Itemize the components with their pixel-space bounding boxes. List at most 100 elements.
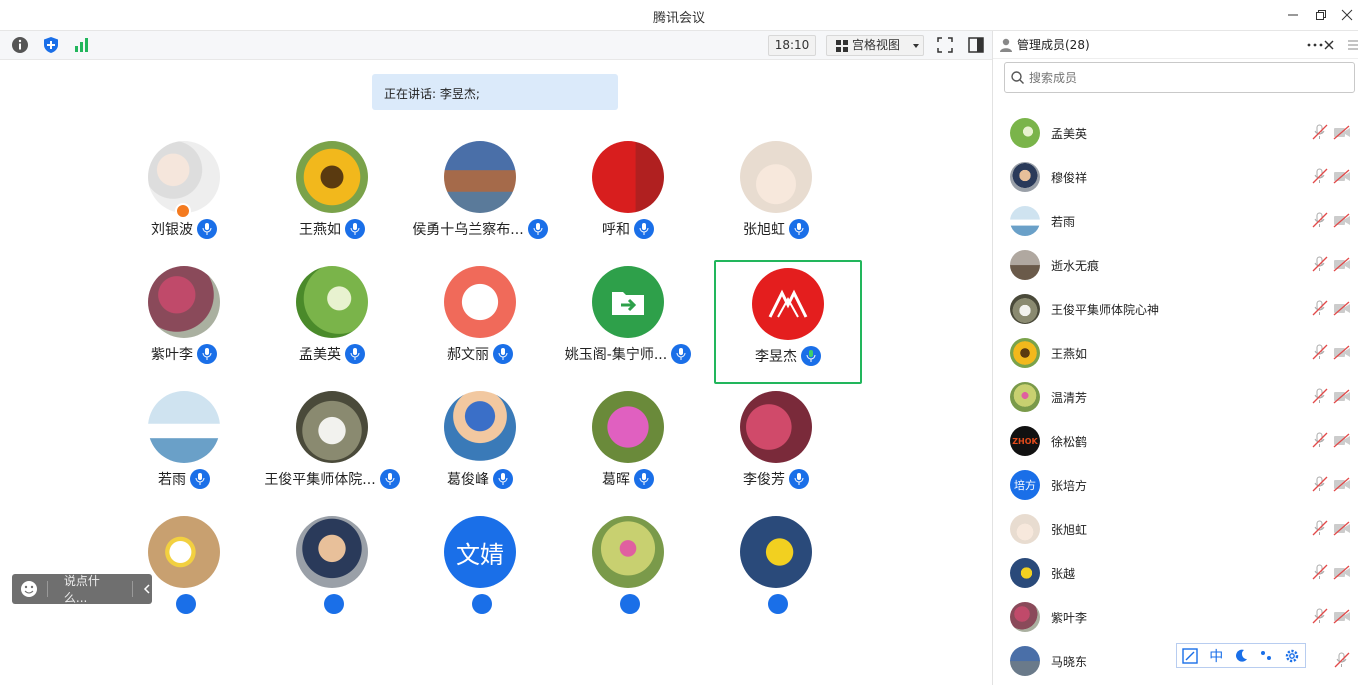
member-row[interactable]: 温清芳 [993, 375, 1358, 419]
avatar [1010, 382, 1040, 412]
search-input[interactable] [1029, 70, 1329, 85]
mic-muted-icon [1312, 564, 1328, 580]
mic-speaking-icon [801, 346, 821, 366]
member-name: 王俊平集师体院心神 [1051, 302, 1160, 317]
member-row[interactable]: 王俊平集师体院心神 [993, 287, 1358, 331]
close-icon [1341, 9, 1353, 21]
participant-tile[interactable]: 葛晖 [554, 373, 702, 497]
participant-tile[interactable]: 姚玉阁-集宁师... [554, 248, 702, 372]
member-row[interactable]: 张越 [993, 551, 1358, 595]
avatar [1010, 118, 1040, 148]
member-name: 张培方 [1051, 478, 1088, 493]
participant-tile[interactable]: 文婧 [406, 498, 554, 622]
participant-tile[interactable]: 王燕如 [258, 123, 406, 247]
mic-icon [634, 219, 654, 239]
resize-icon[interactable] [1182, 647, 1199, 664]
participant-tile[interactable]: 刘银波 [110, 123, 258, 247]
chat-input-placeholder[interactable]: 说点什么... [64, 572, 123, 606]
participant-name: 呼和 [602, 222, 630, 238]
avatar [296, 516, 368, 588]
mic-muted-icon [1312, 432, 1328, 448]
mic-muted-icon [1312, 344, 1328, 360]
chat-bar[interactable]: 说点什么... [12, 572, 152, 606]
mic-icon [345, 219, 365, 239]
member-name: 王燕如 [1051, 346, 1088, 361]
avatar [740, 391, 812, 463]
camera-off-icon [1333, 565, 1350, 580]
restore-icon [1316, 10, 1326, 20]
participant-tile[interactable] [702, 498, 850, 622]
restore-button[interactable] [1310, 5, 1332, 25]
participant-name: 张旭虹 [743, 222, 785, 238]
participant-name: 姚玉阁-集宁师... [564, 347, 668, 363]
mic-icon [671, 344, 692, 364]
mic-icon [493, 469, 513, 489]
mic-icon [789, 219, 809, 239]
member-row[interactable]: 若雨 [993, 199, 1358, 243]
participant-tile[interactable]: 若雨 [110, 373, 258, 497]
avatar: ZHOK [1010, 426, 1040, 456]
gear-icon[interactable] [1284, 648, 1300, 664]
fullscreen-button[interactable] [936, 36, 954, 54]
member-row[interactable]: 张旭虹 [993, 507, 1358, 551]
participant-tile[interactable]: 孟美英 [258, 248, 406, 372]
member-row[interactable]: ZHOK 徐松鹤 [993, 419, 1358, 463]
grid-view-dropdown[interactable]: 宫格视图 [826, 35, 924, 56]
participant-tile[interactable]: 葛俊峰 [406, 373, 554, 497]
participant-tile-active-speaker[interactable]: 李昱杰 [714, 260, 862, 384]
mic-icon [197, 219, 217, 239]
more-icon [1307, 43, 1323, 47]
view-label: 宫格视图 [852, 38, 901, 52]
member-name: 逝水无痕 [1051, 258, 1100, 273]
ime-language-toggle[interactable]: 中 [1209, 646, 1223, 666]
punctuation-icon[interactable] [1259, 649, 1273, 663]
member-name: 张旭虹 [1051, 522, 1088, 537]
member-name: 张越 [1051, 566, 1076, 581]
mic-muted-icon [1312, 608, 1328, 624]
member-row[interactable]: 紫叶李 [993, 595, 1358, 639]
mic-icon [197, 344, 217, 364]
app-window: { "window":{"title":"腾讯会议"}, "toolbar":{… [0, 0, 1358, 685]
close-window-button[interactable] [1336, 5, 1358, 25]
participant-tile[interactable]: 紫叶李 [110, 248, 258, 372]
participant-name: 葛俊峰 [447, 472, 489, 488]
member-row[interactable]: 逝水无痕 [993, 243, 1358, 287]
participant-tile[interactable] [554, 498, 702, 622]
mic-icon [345, 344, 365, 364]
member-panel: 管理成员(28) 孟美英 穆俊祥 若雨 逝水无痕 王俊平集师体院心神 王燕如 [992, 31, 1358, 685]
minimize-button[interactable] [1282, 5, 1304, 25]
moon-icon[interactable] [1234, 649, 1248, 663]
participant-tile[interactable]: 张旭虹 [702, 123, 850, 247]
meeting-toolbar: 18:10 宫格视图 [0, 31, 992, 60]
avatar [1010, 294, 1040, 324]
mic-muted-icon [1312, 256, 1328, 272]
member-row[interactable]: 王燕如 [993, 331, 1358, 375]
mic-muted-icon [1312, 168, 1328, 184]
member-row[interactable]: 穆俊祥 [993, 155, 1358, 199]
avatar [148, 516, 220, 588]
avatar [296, 266, 368, 338]
avatar [1010, 206, 1040, 236]
member-row[interactable]: 孟美英 [993, 111, 1358, 155]
mic-muted-icon [1312, 388, 1328, 404]
participant-tile[interactable] [258, 498, 406, 622]
member-search[interactable] [1004, 62, 1355, 93]
network-signal-button[interactable] [73, 36, 91, 54]
info-button[interactable] [11, 36, 29, 54]
member-row[interactable]: 培方 张培方 [993, 463, 1358, 507]
participant-tile[interactable]: 郝文丽 [406, 248, 554, 372]
participant-tile[interactable]: 呼和 [554, 123, 702, 247]
participant-tile[interactable]: 侯勇十乌兰察布... [406, 123, 554, 247]
grid-icon [836, 39, 848, 52]
avatar [592, 266, 664, 338]
participant-tile[interactable]: 王俊平集师体院... [258, 373, 406, 497]
mic-muted-icon [1312, 476, 1328, 492]
avatar [592, 516, 664, 588]
security-button[interactable] [42, 36, 60, 54]
avatar [148, 391, 220, 463]
camera-off-icon [1333, 477, 1350, 492]
avatar [1010, 514, 1040, 544]
participant-tile[interactable]: 李俊芳 [702, 373, 850, 497]
participant-name: 若雨 [158, 472, 186, 488]
toggle-panel-button[interactable] [967, 36, 985, 54]
